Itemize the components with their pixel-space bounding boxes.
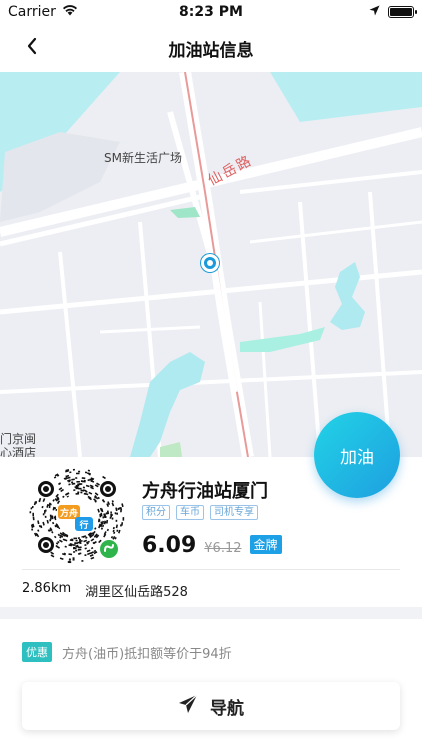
- qr-dot: [109, 516, 112, 519]
- promotion-badge: 优惠: [22, 642, 52, 662]
- qr-dot: [75, 477, 78, 479]
- qr-dot: [78, 538, 82, 541]
- qr-dot: [76, 544, 79, 547]
- qr-dot: [77, 491, 80, 494]
- qr-dot: [72, 544, 76, 546]
- qr-dot: [78, 470, 81, 473]
- qr-dot: [74, 542, 77, 544]
- promotion-text: 方舟(油币)抵扣额等价于94折: [62, 646, 232, 662]
- qr-dot: [105, 512, 108, 515]
- qr-dot: [80, 491, 83, 494]
- station-name: 方舟行油站厦门: [142, 481, 268, 502]
- qr-dot: [43, 510, 46, 514]
- qr-dot: [75, 492, 80, 495]
- qr-dot: [73, 537, 77, 540]
- qr-dot: [99, 513, 102, 518]
- qr-dot: [72, 557, 75, 559]
- qr-dot: [72, 558, 75, 561]
- map-view[interactable]: SM新生活广场 仙岳路 门京闽 心酒店: [0, 72, 422, 457]
- qr-dot: [111, 517, 114, 520]
- chevron-left-icon: [26, 37, 38, 59]
- navigation-bar: 加油站信息: [0, 24, 422, 72]
- qr-dot: [115, 519, 118, 522]
- distance: 2.86km: [22, 581, 72, 596]
- fuel-price: 6.09: [142, 533, 197, 558]
- station-tags: 积分 车币 司机专享: [142, 505, 258, 520]
- qr-dot: [77, 537, 80, 539]
- qr-dot: [69, 471, 72, 474]
- tag-driver-exclusive: 司机专享: [210, 505, 258, 520]
- qr-dot: [73, 546, 76, 549]
- qr-dot: [73, 551, 76, 553]
- navigate-button[interactable]: 导航: [22, 682, 400, 730]
- qr-dot: [76, 480, 80, 483]
- qr-dot: [116, 512, 119, 515]
- qr-dot: [29, 511, 32, 514]
- qr-dot: [104, 513, 107, 517]
- qr-dot: [111, 513, 113, 516]
- tag-car-coin: 车币: [176, 505, 204, 520]
- qr-dot: [122, 517, 125, 521]
- qr-dot: [81, 480, 84, 483]
- poi-label: SM新生活广场: [104, 151, 182, 165]
- qr-dot: [84, 471, 88, 474]
- page-title: 加油站信息: [168, 40, 254, 61]
- station-address: 湖里区仙岳路528: [85, 585, 188, 600]
- qr-finder-top-right: [100, 481, 116, 497]
- qr-dot: [73, 489, 76, 492]
- status-right: [369, 4, 417, 20]
- svg-text:行: 行: [78, 519, 88, 531]
- qr-dot: [110, 511, 113, 514]
- svg-text:方舟: 方舟: [60, 507, 78, 519]
- battery-fill: [390, 8, 412, 16]
- qr-dot: [81, 560, 84, 562]
- section-separator: [0, 607, 422, 619]
- qr-dot: [76, 472, 80, 475]
- qr-finder-bottom-left: [38, 537, 54, 553]
- tag-points: 积分: [142, 505, 170, 520]
- paper-plane-icon: [178, 694, 198, 718]
- qr-dot: [32, 512, 34, 517]
- qr-dot: [71, 481, 74, 484]
- divider: [22, 569, 400, 570]
- qr-dot: [42, 513, 45, 516]
- qr-dot: [75, 539, 78, 542]
- qr-dot: [44, 515, 47, 518]
- status-left: Carrier: [8, 4, 78, 20]
- qr-dot: [72, 468, 76, 471]
- qr-dot: [50, 515, 53, 518]
- station-location-pin[interactable]: [201, 254, 219, 272]
- qr-dot: [75, 549, 78, 552]
- qr-finder-top-left: [38, 481, 54, 497]
- edge-poi-label-2: 心酒店: [0, 446, 37, 457]
- qr-dot: [102, 516, 105, 519]
- qr-dot: [30, 507, 33, 510]
- price-row: 6.09 ¥6.12 金牌: [142, 533, 282, 558]
- refuel-button[interactable]: 加油: [314, 412, 400, 498]
- grade-badge: 金牌: [249, 535, 282, 554]
- qr-dot: [120, 510, 122, 513]
- battery-icon: [388, 6, 417, 18]
- carrier-label: Carrier: [8, 4, 56, 20]
- qr-dot: [78, 483, 83, 485]
- original-price: ¥6.12: [204, 541, 242, 556]
- back-button[interactable]: [14, 30, 50, 66]
- promotion-row: 优惠 方舟(油币)抵扣额等价于94折: [22, 642, 232, 662]
- qr-dot: [68, 558, 72, 561]
- mini-program-qr-code: 方舟 行: [25, 464, 129, 568]
- qr-dot: [114, 512, 117, 515]
- qr-dot: [79, 552, 82, 555]
- qr-dot: [74, 486, 79, 488]
- address-row[interactable]: 2.86km 湖里区仙岳路528: [22, 581, 188, 600]
- navigate-button-label: 导航: [210, 698, 244, 719]
- status-bar: Carrier 8:23 PM: [0, 0, 422, 24]
- location-arrow-icon: [369, 4, 380, 20]
- wifi-icon: [62, 4, 78, 20]
